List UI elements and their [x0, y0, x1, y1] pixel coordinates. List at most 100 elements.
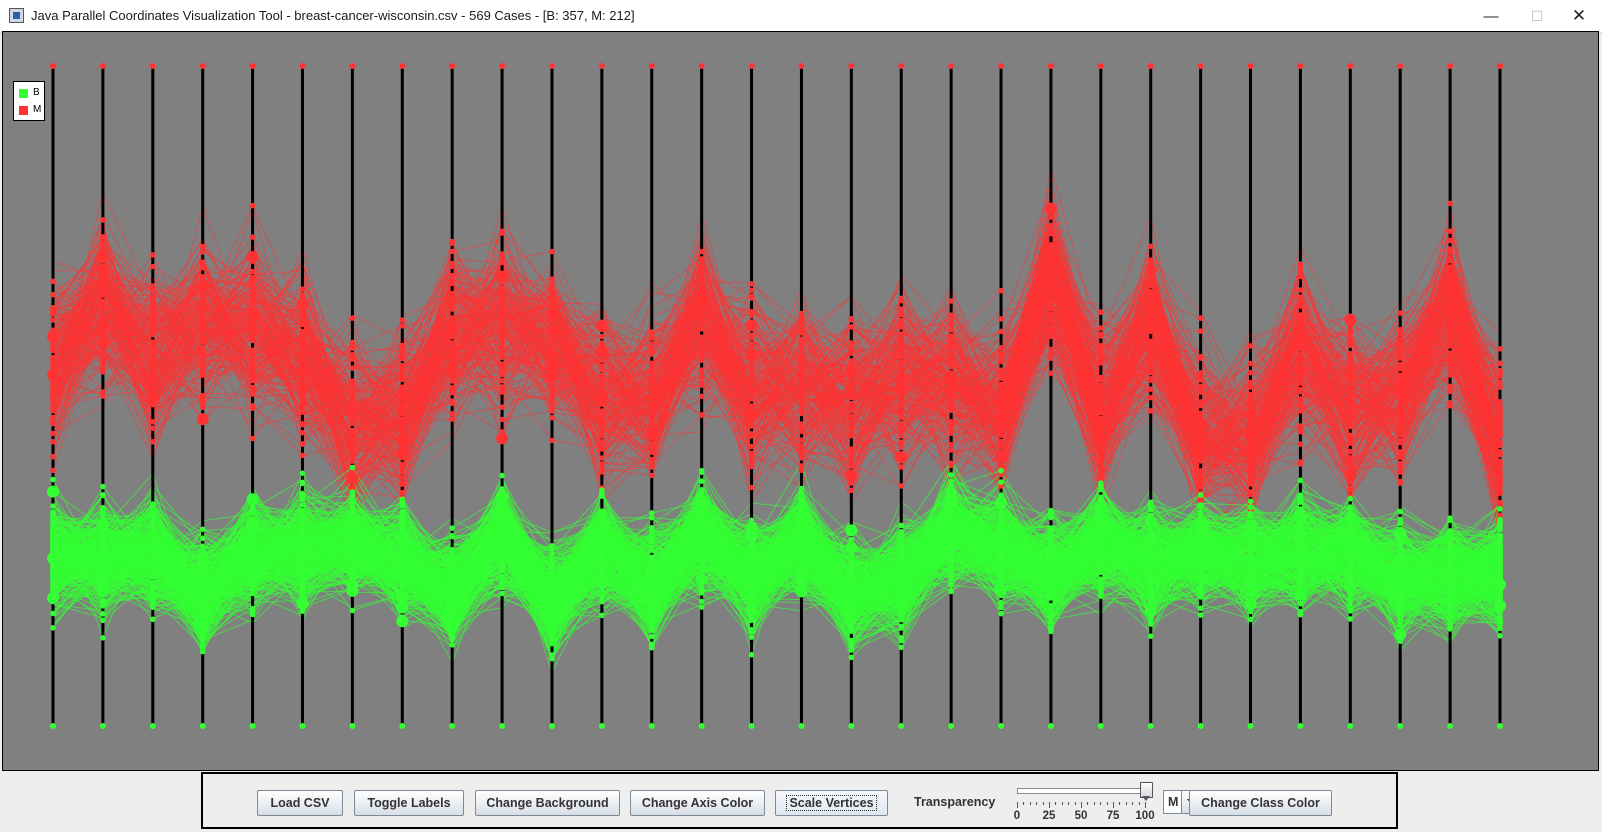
vertex-point	[1297, 529, 1304, 535]
vertex-point	[1447, 228, 1453, 234]
vertex-point	[698, 320, 705, 327]
vertex-point	[648, 547, 655, 554]
vertex-point	[948, 587, 954, 594]
vertex-point	[299, 338, 306, 345]
vertex-point	[1347, 323, 1354, 330]
vertex-point	[549, 325, 555, 331]
vertex-point	[1048, 247, 1054, 253]
vertex-point	[998, 344, 1004, 351]
vertex-point	[748, 550, 755, 557]
vertex-point	[449, 533, 455, 540]
java-app-icon[interactable]	[9, 8, 24, 23]
vertex-point	[648, 633, 655, 640]
vertex-point	[748, 372, 755, 379]
vertex-point	[599, 408, 605, 414]
vertex-point	[798, 337, 805, 344]
vertex-point	[1197, 450, 1204, 456]
vertex-point	[599, 425, 605, 431]
vertex-point	[50, 453, 56, 460]
vertex-point	[199, 249, 206, 255]
vertex-point	[199, 372, 206, 379]
vertex-point	[1397, 326, 1404, 333]
vertex-point	[1347, 357, 1354, 364]
vertex-point	[349, 365, 356, 371]
vertex-point	[898, 390, 905, 396]
parallel-coordinates-plot[interactable]: B M	[3, 32, 1598, 770]
vertex-point	[1397, 420, 1404, 426]
vertex-point	[299, 355, 306, 361]
vertex-point	[698, 357, 705, 364]
vertex-point	[698, 412, 705, 418]
vertex-point	[100, 366, 106, 373]
minimize-icon[interactable]: —	[1468, 0, 1514, 32]
vertex-point	[1247, 419, 1254, 426]
vertex-point	[1447, 372, 1453, 378]
vertex-point	[998, 381, 1004, 388]
vertex-point	[199, 398, 206, 404]
vertex-point	[50, 358, 56, 365]
vertex-point	[199, 335, 206, 342]
vertex-point	[1297, 408, 1304, 414]
close-icon[interactable]: ✕	[1556, 0, 1602, 32]
vertex-point	[599, 357, 605, 363]
vertex-point	[1147, 310, 1154, 316]
vertex-point	[1098, 374, 1104, 381]
maximize-icon[interactable]: ☐	[1514, 0, 1560, 32]
vertex-point	[1297, 386, 1304, 393]
vertex-point	[1397, 363, 1404, 370]
vertex-point	[1347, 458, 1354, 465]
vertex-point	[449, 341, 455, 348]
vertex-point	[898, 403, 905, 409]
vertex-point	[1447, 383, 1453, 390]
vertex-point	[1347, 616, 1354, 622]
vertex-point	[549, 315, 555, 321]
vertex-point	[249, 403, 256, 410]
vertex-point	[998, 479, 1004, 485]
vertex-point	[199, 259, 206, 265]
vertex-point	[948, 405, 954, 411]
vertex-point	[748, 534, 755, 540]
vertex-point	[1297, 294, 1304, 300]
vertex-point	[898, 483, 905, 489]
vertex-point	[599, 455, 605, 461]
vertex-point	[748, 450, 755, 457]
vertex-point	[898, 444, 905, 451]
vertex-point	[1147, 348, 1154, 355]
parallel-coordinates-canvas[interactable]	[3, 32, 1598, 770]
vertex-point	[399, 437, 406, 444]
vertex-point	[648, 371, 655, 378]
vertex-point	[1098, 355, 1104, 362]
vertex-point	[249, 282, 256, 289]
vertex-point	[948, 393, 954, 400]
vertex-point	[100, 601, 106, 608]
vertex-point	[499, 352, 505, 359]
vertex-point	[698, 598, 705, 605]
vertex-point	[948, 388, 954, 395]
vertex-point	[349, 478, 356, 485]
vertex-point	[698, 478, 705, 485]
vertex-point	[349, 464, 356, 471]
vertex-point	[898, 623, 905, 630]
vertex-point	[449, 329, 455, 336]
vertex-point	[1497, 383, 1503, 390]
vertex-point	[1297, 358, 1304, 364]
vertex-point	[1297, 428, 1304, 435]
vertex-point	[599, 351, 605, 357]
vertex-point	[1347, 440, 1354, 447]
vertex-point	[299, 386, 306, 392]
vertex-point	[449, 272, 455, 279]
vertex-point	[748, 443, 755, 450]
vertex-point	[299, 391, 306, 398]
vertex-point	[595, 320, 608, 333]
vertex-point	[1147, 369, 1154, 376]
vertex-point	[1147, 408, 1154, 414]
vertex-point	[1247, 616, 1254, 623]
vertex-point	[299, 429, 306, 436]
vertex-point	[1048, 318, 1054, 325]
vertex-point	[449, 248, 455, 255]
vertex-point	[1297, 423, 1304, 429]
vertex-point	[698, 248, 705, 255]
vertex-point	[1497, 373, 1503, 380]
vertex-point	[998, 328, 1004, 335]
vertex-point	[396, 446, 409, 459]
